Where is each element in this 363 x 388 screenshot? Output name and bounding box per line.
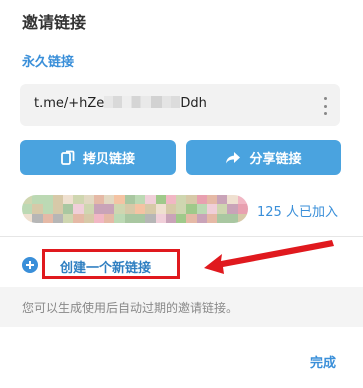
permanent-link-label: 永久链接 (22, 55, 75, 70)
avatar-pixel (104, 204, 115, 214)
avatar-pixel (73, 204, 84, 214)
hint-text: 您可以生成使用后自动过期的邀请链接。 (22, 301, 239, 315)
avatar-pixel (63, 213, 74, 223)
avatar-pixel (22, 195, 33, 205)
avatar-pixel (124, 195, 135, 205)
avatar-pixel (42, 204, 53, 214)
avatar-pixel (52, 204, 64, 214)
invite-links-dialog: 邀请链接 永久链接 t.me/+hZe Ddh 拷贝链接 分享链接 125 人已加… (0, 0, 363, 388)
avatar-pixel (196, 204, 207, 214)
avatar-pixel (52, 195, 64, 205)
more-vertical-icon[interactable] (322, 97, 328, 115)
avatar-pixel (32, 213, 43, 223)
avatar-pixel (63, 204, 74, 214)
invite-link-field[interactable]: t.me/+hZe Ddh (20, 84, 340, 126)
avatar-pixel (114, 195, 125, 205)
avatar-pixel (227, 195, 238, 205)
avatar-pixel (217, 195, 228, 205)
avatar-pixel (176, 204, 187, 214)
avatar-pixel (165, 195, 177, 205)
avatar-pixel (186, 213, 197, 223)
avatar-pixel (63, 195, 74, 205)
member-avatars[interactable] (22, 195, 248, 223)
avatar-pixel (104, 213, 115, 223)
avatar-pixel (165, 213, 177, 223)
avatar-pixel (134, 213, 146, 223)
avatar-pixel (83, 204, 94, 214)
avatar-pixel (73, 195, 84, 205)
avatar-pixel (145, 213, 156, 223)
avatar-pixel (206, 195, 218, 205)
avatar-pixel (155, 213, 166, 223)
avatar-pixel (93, 204, 105, 214)
copy-link-button[interactable]: 拷贝链接 (20, 140, 176, 175)
avatar-pixel (83, 213, 94, 223)
avatar-pixel (176, 195, 187, 205)
avatar-pixel (227, 204, 238, 214)
avatar-pixel (165, 204, 177, 214)
avatar-pixel (52, 213, 64, 223)
invite-link-text: t.me/+hZe Ddh (34, 96, 207, 111)
avatar-pixel (196, 195, 207, 205)
avatar-pixel (237, 204, 248, 214)
share-link-label: 分享链接 (249, 152, 302, 167)
avatar-pixel (32, 195, 43, 205)
avatar-pixel (114, 213, 125, 223)
red-arrow-icon (204, 240, 334, 274)
avatar-pixel (134, 204, 146, 214)
avatar-pixel (206, 213, 218, 223)
avatar-pixel (176, 213, 187, 223)
avatar-pixel (145, 195, 156, 205)
avatar-pixel (124, 213, 135, 223)
avatar-pixel (124, 204, 135, 214)
plus-circle-icon (22, 257, 38, 273)
avatar-pixel (186, 195, 197, 205)
avatar-pixel (22, 204, 33, 214)
avatar-pixel (217, 204, 228, 214)
avatar-pixel (42, 213, 53, 223)
avatar-pixel (206, 204, 218, 214)
avatar-pixel (93, 195, 105, 205)
avatar-pixel (196, 213, 207, 223)
avatar-pixel (145, 204, 156, 214)
avatar-pixel (237, 195, 248, 205)
hint-area: 您可以生成使用后自动过期的邀请链接。 (0, 287, 363, 327)
done-button[interactable]: 完成 (310, 352, 336, 371)
joined-count[interactable]: 125 人已加入 (257, 201, 338, 220)
share-arrow-icon (226, 151, 241, 163)
avatar-pixel (32, 204, 43, 214)
avatar-pixel (237, 213, 248, 223)
copy-icon (61, 150, 75, 165)
avatar-pixel (104, 195, 115, 205)
avatar-pixel (155, 195, 166, 205)
dialog-title: 邀请链接 (22, 13, 87, 32)
avatar-pixel (217, 213, 228, 223)
copy-link-label: 拷贝链接 (82, 152, 135, 167)
avatar-pixel (73, 213, 84, 223)
avatar-pixel (186, 204, 197, 214)
avatar-pixel (134, 195, 146, 205)
share-link-button[interactable]: 分享链接 (186, 140, 341, 175)
avatar-pixel (114, 204, 125, 214)
avatar-pixel (155, 204, 166, 214)
invite-link-suffix: Ddh (180, 96, 207, 111)
avatar-pixel (22, 213, 33, 223)
create-new-link-label: 创建一个新链接 (60, 261, 152, 276)
avatar-pixel (93, 213, 105, 223)
link-redaction (104, 96, 181, 108)
avatar-pixel (227, 213, 238, 223)
avatar-pixel (42, 195, 53, 205)
invite-link-prefix: t.me/+hZe (34, 96, 105, 111)
avatar-pixel (83, 195, 94, 205)
